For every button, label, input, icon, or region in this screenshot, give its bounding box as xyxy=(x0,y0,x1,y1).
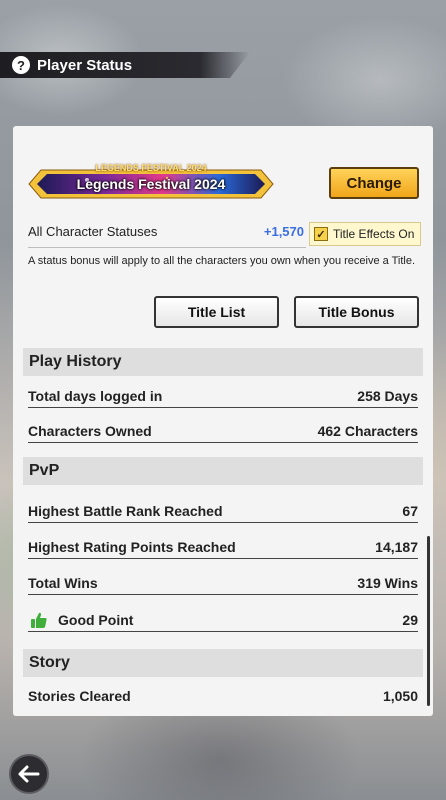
thumbs-up-icon xyxy=(31,612,47,628)
all-character-statuses-value: +1,570 xyxy=(263,224,304,239)
stat-label: Highest Rating Points Reached xyxy=(28,539,236,555)
back-arrow-icon xyxy=(18,765,40,783)
title-list-button[interactable]: Title List xyxy=(154,296,279,328)
stat-row-characters-owned: Characters Owned 462 Characters xyxy=(28,421,418,443)
stat-value: 462 Characters xyxy=(317,423,418,439)
title-banner: LEGENDS FESTIVAL 2024 Legends Festival 2… xyxy=(27,163,275,202)
stat-row-good-point: Good Point 29 xyxy=(28,610,418,632)
stat-row-highest-battle-rank: Highest Battle Rank Reached 67 xyxy=(28,501,418,523)
stat-label: Characters Owned xyxy=(28,423,152,439)
screen-header: ? Player Status xyxy=(0,52,250,78)
stat-label: Stories Cleared xyxy=(28,688,131,704)
title-bonus-button[interactable]: Title Bonus xyxy=(294,296,419,328)
banner-title: Legends Festival 2024 xyxy=(76,176,226,192)
stat-label: Highest Battle Rank Reached xyxy=(28,503,223,519)
back-button[interactable] xyxy=(9,754,49,794)
stat-row-total-wins: Total Wins 319 Wins xyxy=(28,573,418,595)
change-title-button[interactable]: Change xyxy=(329,167,419,199)
play-history-heading: Play History xyxy=(23,348,423,376)
title-bonus-description: A status bonus will apply to all the cha… xyxy=(28,255,416,267)
question-icon[interactable]: ? xyxy=(12,56,30,74)
title-effects-toggle[interactable]: ✓ Title Effects On xyxy=(309,222,421,246)
pvp-heading: PvP xyxy=(23,457,423,485)
stat-value: 319 Wins xyxy=(357,575,418,591)
story-heading: Story xyxy=(23,649,423,677)
banner-top-text: LEGENDS FESTIVAL 2024 xyxy=(95,163,207,173)
stat-label: Total Wins xyxy=(28,575,98,591)
stat-row-days-logged: Total days logged in 258 Days xyxy=(28,386,418,408)
stat-value: 67 xyxy=(402,503,418,519)
stat-value: 14,187 xyxy=(375,539,418,555)
stat-value: 258 Days xyxy=(357,388,418,404)
checkbox-checked-icon[interactable]: ✓ xyxy=(314,227,328,241)
player-status-panel[interactable]: LEGENDS FESTIVAL 2024 Legends Festival 2… xyxy=(13,126,433,716)
title-effects-label: Title Effects On xyxy=(333,227,415,241)
all-character-statuses-label: All Character Statuses xyxy=(28,224,158,239)
stat-label: Total days logged in xyxy=(28,388,163,404)
stat-row-stories-cleared: Stories Cleared 1,050 xyxy=(28,686,418,708)
screen-title: Player Status xyxy=(37,56,133,74)
stat-value: 29 xyxy=(402,612,418,628)
stat-value: 1,050 xyxy=(382,688,418,704)
stat-row-highest-rating-points: Highest Rating Points Reached 14,187 xyxy=(28,537,418,559)
all-character-statuses-row: All Character Statuses +1,570 xyxy=(28,224,306,248)
panel-scrollbar[interactable] xyxy=(427,536,430,706)
stat-label: Good Point xyxy=(58,612,134,628)
